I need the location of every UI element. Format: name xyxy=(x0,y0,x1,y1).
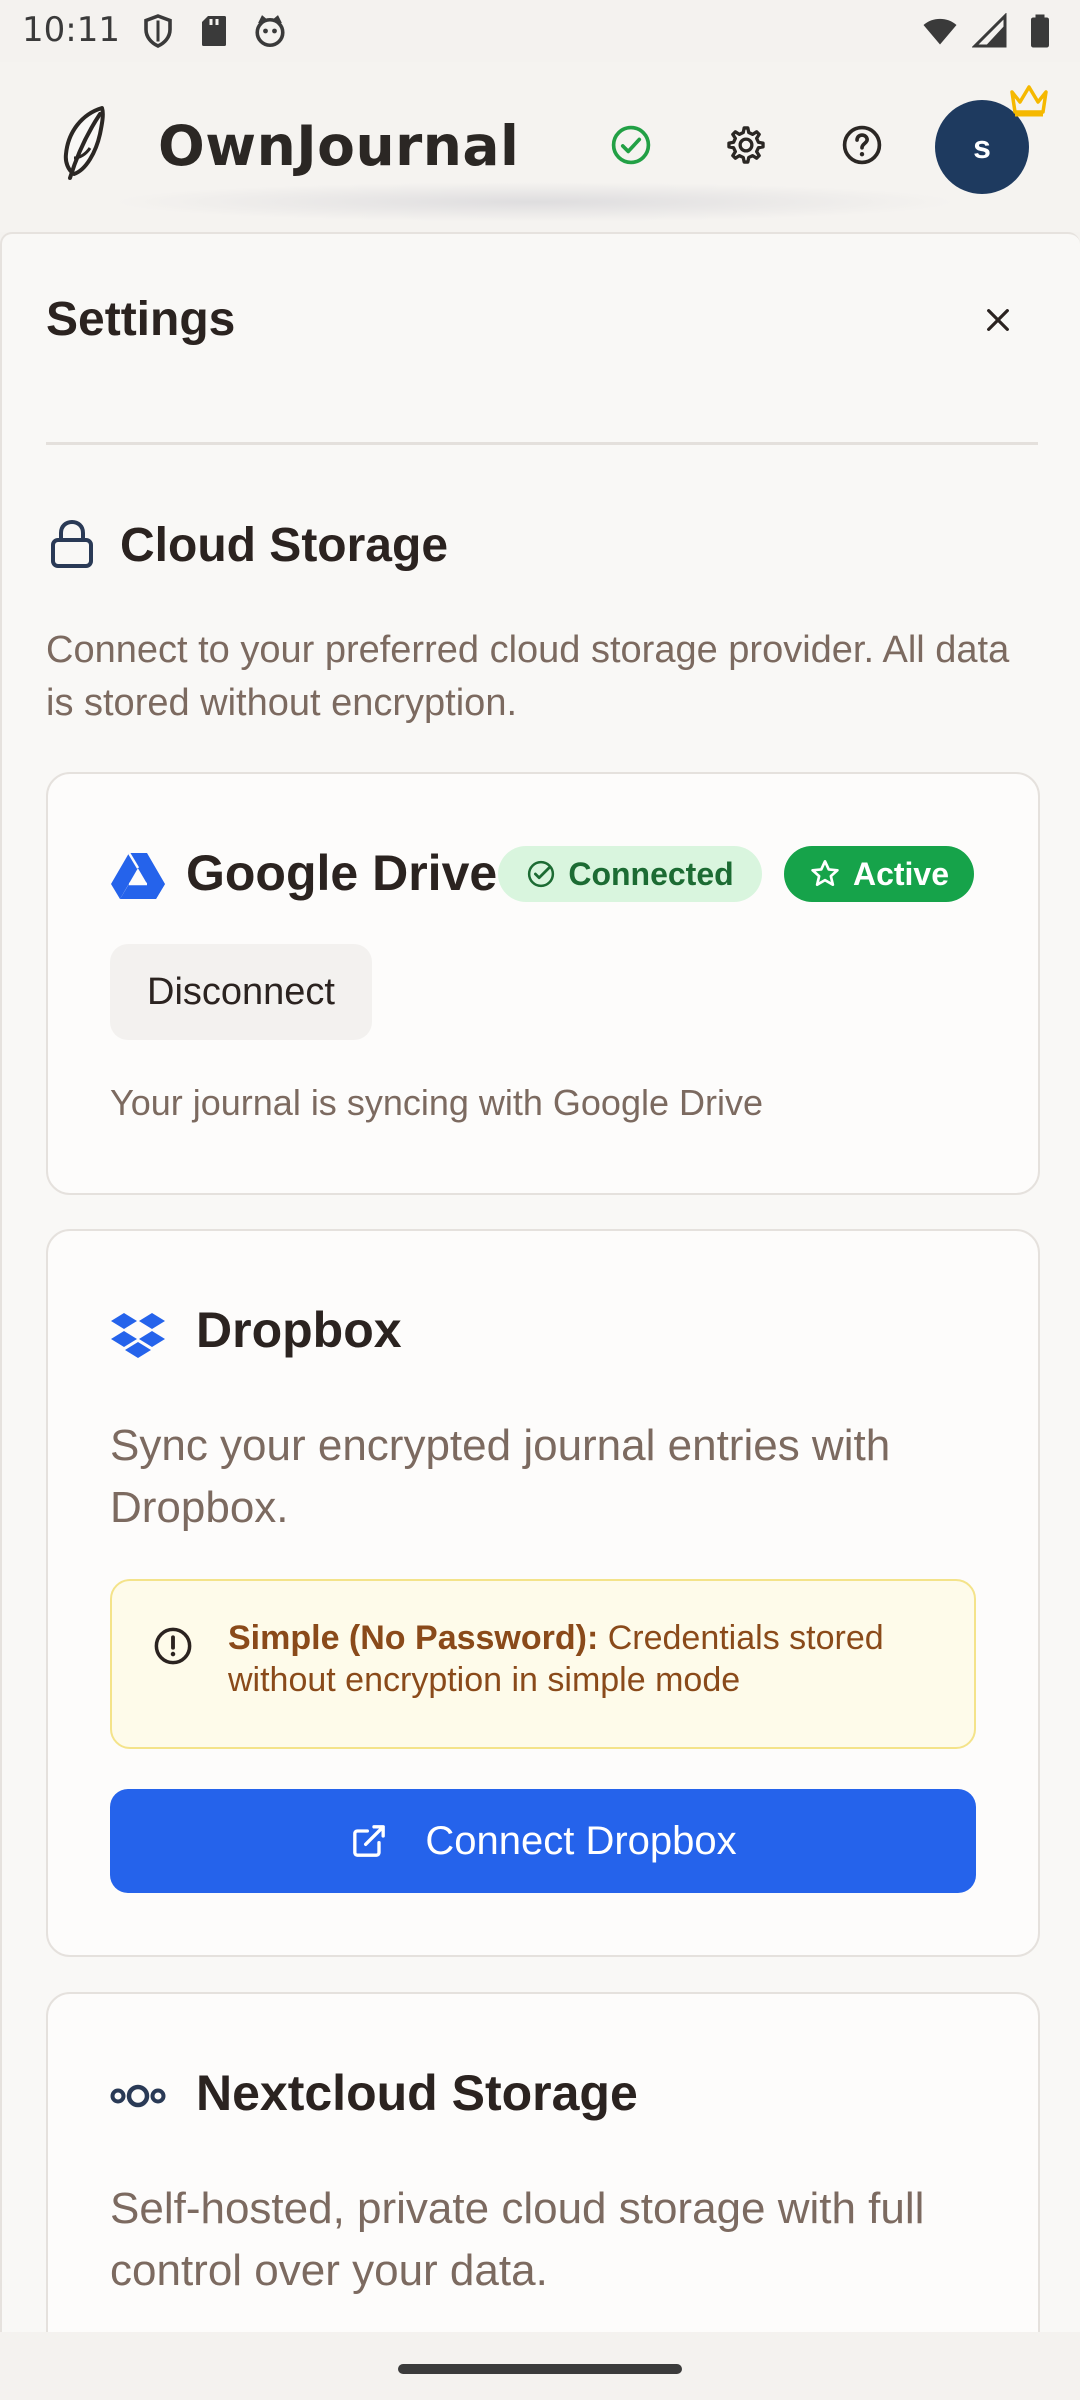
nextcloud-name: Nextcloud Storage xyxy=(196,2065,638,2121)
warning-text: Simple (No Password): Credentials stored… xyxy=(228,1617,928,1701)
nextcloud-card: Nextcloud Storage Self-hosted, private c… xyxy=(46,1992,1040,2332)
settings-title: Settings xyxy=(46,293,236,346)
battery-icon xyxy=(1031,14,1049,48)
status-icons-right xyxy=(922,13,1058,49)
close-icon xyxy=(987,309,1009,331)
section-title: Cloud Storage xyxy=(120,519,449,572)
divider xyxy=(46,442,1038,445)
active-label: Active xyxy=(852,855,950,892)
help-button[interactable] xyxy=(835,118,889,172)
star-icon xyxy=(811,860,839,886)
alert-circle-icon xyxy=(154,1627,192,1665)
disconnect-button[interactable]: Disconnect xyxy=(110,944,372,1040)
navigation-bar xyxy=(0,2334,1080,2400)
status-icons-left xyxy=(140,13,288,49)
feather-logo-icon[interactable] xyxy=(52,104,114,184)
connected-badge: Connected xyxy=(498,846,762,902)
nextcloud-icon xyxy=(110,2084,166,2108)
cat-face-icon xyxy=(255,15,285,48)
sync-status-text: Your journal is syncing with Google Driv… xyxy=(110,1082,763,1123)
dropbox-card: Dropbox Sync your encrypted journal entr… xyxy=(46,1229,1040,1957)
warning-mode-label: Simple (No Password): xyxy=(228,1619,599,1657)
dropbox-name: Dropbox xyxy=(196,1302,402,1358)
crown-icon xyxy=(1010,85,1048,117)
google-drive-card: Google Drive Connected Active Disconnect… xyxy=(46,772,1040,1195)
connect-dropbox-label: Connect Dropbox xyxy=(425,1818,737,1863)
external-link-icon xyxy=(353,1825,386,1857)
nextcloud-description: Self-hosted, private cloud storage with … xyxy=(110,2184,925,2295)
status-bar: 10:11 xyxy=(0,0,1080,62)
warning-box: Simple (No Password): Credentials stored… xyxy=(110,1579,976,1749)
status-time: 10:11 xyxy=(22,10,120,50)
google-drive-icon xyxy=(111,852,165,899)
section-description: Connect to your preferred cloud storage … xyxy=(46,629,1010,724)
sync-status-button[interactable] xyxy=(604,118,658,172)
home-gesture-handle[interactable] xyxy=(398,2364,682,2374)
shield-icon xyxy=(144,14,172,48)
active-badge: Active xyxy=(784,846,974,902)
sd-card-icon xyxy=(202,16,226,46)
gear-icon xyxy=(727,126,765,164)
app-header: OwnJournal s xyxy=(0,62,1080,232)
avatar-initial: s xyxy=(973,128,991,165)
wifi-icon xyxy=(923,18,957,45)
app-title: OwnJournal xyxy=(158,114,520,178)
dropbox-description: Sync your encrypted journal entries with… xyxy=(110,1421,891,1532)
check-circle-icon xyxy=(528,860,555,888)
dropbox-icon xyxy=(111,1313,165,1358)
google-drive-name: Google Drive xyxy=(186,845,498,901)
help-icon xyxy=(842,125,882,165)
settings-panel: Settings Cloud Storage Connect to your p… xyxy=(0,232,1080,2332)
connected-label: Connected xyxy=(568,855,734,892)
cell-signal-icon xyxy=(972,13,1007,48)
sync-check-icon xyxy=(611,125,651,165)
connect-dropbox-button[interactable]: Connect Dropbox xyxy=(110,1789,976,1893)
lock-icon xyxy=(51,519,93,568)
settings-button[interactable] xyxy=(719,118,773,172)
close-button[interactable] xyxy=(972,294,1024,346)
